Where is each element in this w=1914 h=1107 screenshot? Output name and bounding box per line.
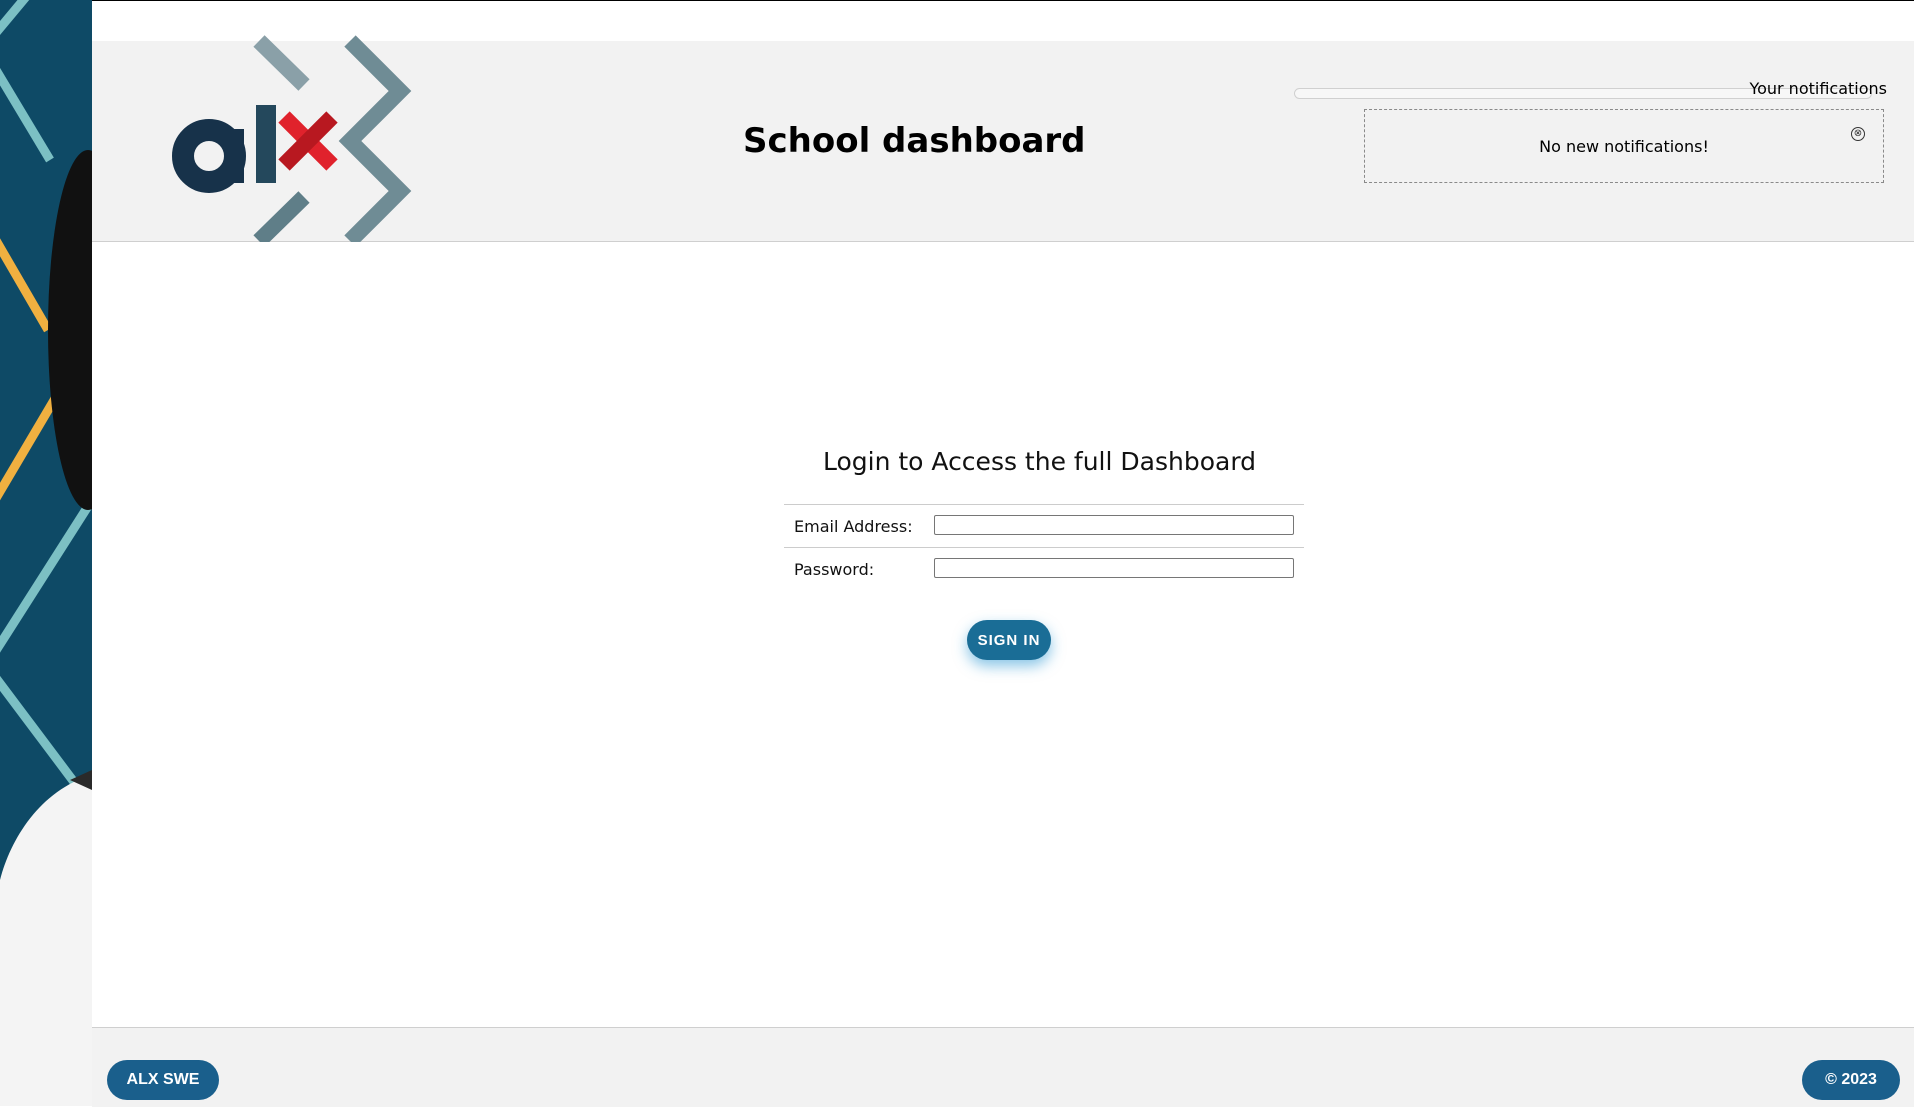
notifications-message: No new notifications!	[1539, 137, 1709, 156]
email-label: Email Address:	[794, 517, 913, 536]
footer-brand-badge[interactable]: ALX SWE	[107, 1060, 219, 1100]
email-row: Email Address:	[784, 505, 1304, 548]
close-icon[interactable]: ⊗	[1851, 127, 1865, 141]
password-label: Password:	[794, 560, 875, 579]
app-header: School dashboard Your notifications No n…	[92, 35, 1914, 247]
login-form: Email Address: Password:	[784, 504, 1304, 590]
notifications-title[interactable]: Your notifications	[1749, 79, 1887, 98]
pattern-graphic	[0, 0, 92, 1106]
email-field[interactable]	[934, 515, 1294, 535]
sign-in-button[interactable]: SIGN IN	[967, 620, 1051, 660]
password-row: Password:	[784, 548, 1304, 590]
alx-logo	[164, 25, 444, 255]
side-decoration	[0, 0, 92, 1106]
footer-copyright-badge[interactable]: © 2023	[1802, 1060, 1900, 1100]
app-footer: ALX SWE © 2023	[92, 1027, 1914, 1107]
password-field[interactable]	[934, 558, 1294, 578]
login-heading: Login to Access the full Dashboard	[822, 447, 1257, 476]
page-title: School dashboard	[743, 121, 1086, 161]
notifications-panel: No new notifications! ⊗	[1364, 109, 1884, 183]
top-border	[92, 0, 1914, 1]
